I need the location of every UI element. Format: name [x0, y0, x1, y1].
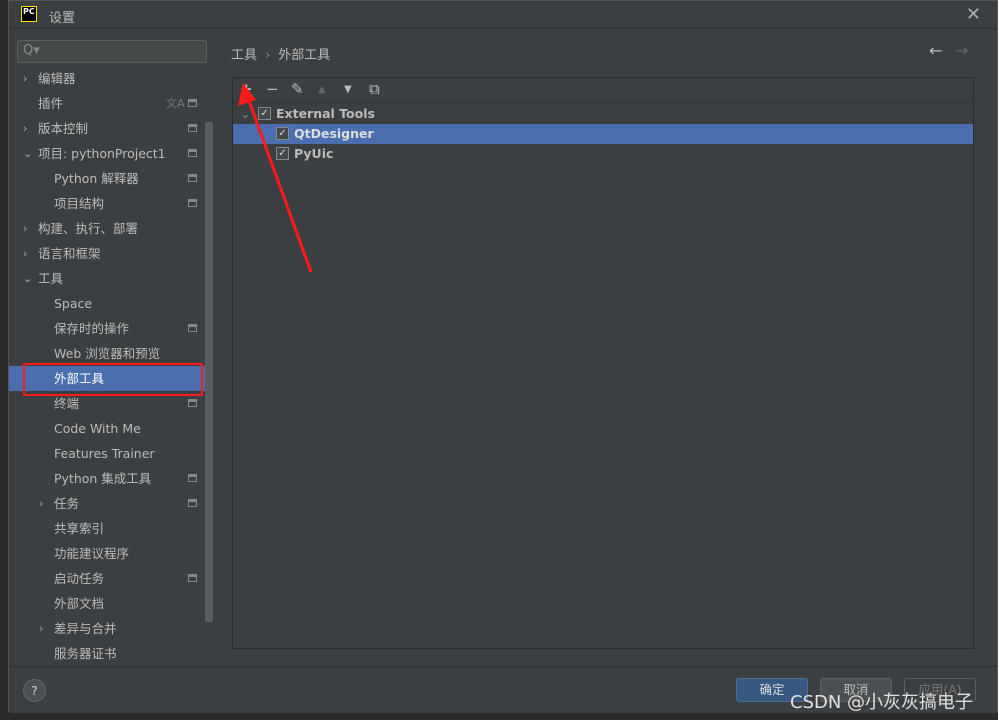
watermark: CSDN @小灰灰搞电子 — [790, 692, 974, 713]
annotation-arrow — [238, 83, 313, 273]
